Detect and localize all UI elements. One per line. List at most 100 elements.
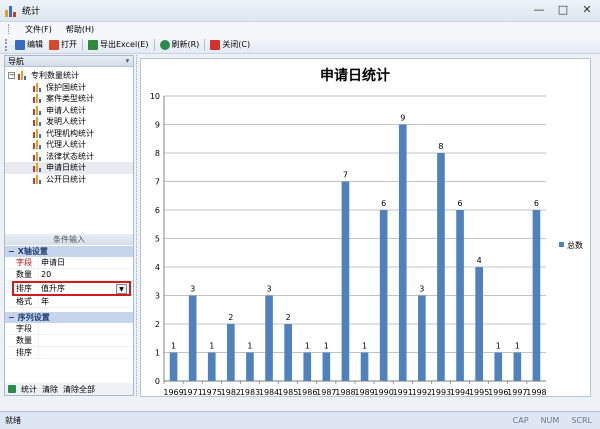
bar	[342, 182, 350, 382]
series-count-label: 数量	[5, 335, 38, 346]
data-label: 3	[267, 285, 272, 294]
data-label: 6	[381, 199, 386, 208]
title-bar: 统计 — □ ✕	[0, 0, 600, 22]
edit-button[interactable]: 编辑	[12, 37, 46, 52]
open-button[interactable]: 打开	[46, 37, 80, 52]
nav-item[interactable]: 申请日统计	[5, 162, 133, 174]
caps-indicator: CAP	[513, 416, 529, 425]
section-collapse-icon[interactable]: −	[8, 312, 15, 323]
data-label: 6	[458, 199, 463, 208]
series-count-value[interactable]	[38, 335, 133, 346]
x-tick-label: 1995	[469, 388, 489, 396]
y-tick-label: 10	[150, 92, 160, 101]
bar-chart-icon	[33, 129, 43, 138]
refresh-button[interactable]: 刷新(R)	[157, 37, 203, 52]
bar	[361, 353, 369, 382]
toolbar-separator	[82, 39, 83, 51]
close-button[interactable]: 关闭(C)	[207, 37, 253, 52]
y-tick-label: 3	[155, 292, 160, 301]
y-tick-label: 6	[155, 206, 160, 215]
x-tick-label: 1993	[431, 388, 451, 396]
nav-item[interactable]: 代理人统计	[5, 139, 133, 151]
x-sort-row[interactable]: 排序 值升序 ▼	[12, 281, 131, 296]
action-buttons: 统计 清除 清除全部	[5, 383, 133, 395]
export-excel-button[interactable]: 导出Excel(E)	[85, 37, 152, 52]
x-field-value[interactable]: 申请日	[38, 257, 133, 268]
toolbar-grip[interactable]	[5, 39, 8, 51]
series-sort-value[interactable]	[38, 347, 133, 358]
x-format-value[interactable]: 年	[38, 296, 133, 307]
bar	[265, 296, 273, 382]
menu-file[interactable]: 文件(F)	[25, 24, 52, 35]
x-axis-section-header[interactable]: − X轴设置	[5, 246, 133, 257]
x-tick-label: 1990	[373, 388, 393, 396]
x-field-row[interactable]: 字段 申请日	[5, 257, 133, 269]
x-tick-label: 1991	[393, 388, 413, 396]
x-tick-label: 1988	[335, 388, 355, 396]
nav-item-label: 代理机构统计	[46, 128, 94, 139]
data-label: 1	[209, 342, 214, 351]
close-window-button[interactable]: ✕	[580, 3, 594, 17]
bar	[437, 153, 445, 381]
stats-button[interactable]: 统计	[21, 384, 37, 395]
series-field-value[interactable]	[38, 323, 133, 334]
panel-splitter[interactable]	[136, 55, 139, 396]
series-count-row[interactable]: 数量	[5, 335, 133, 347]
minimize-button[interactable]: —	[532, 3, 546, 17]
toolbar: 编辑 打开 导出Excel(E) 刷新(R) 关闭(C)	[0, 36, 600, 54]
bar	[284, 324, 292, 381]
x-count-value[interactable]: 20	[38, 269, 133, 280]
clear-all-button[interactable]: 清除全部	[63, 384, 95, 395]
pin-icon[interactable]: ᵠ	[126, 56, 129, 67]
section-collapse-icon[interactable]: −	[8, 246, 15, 257]
bar	[533, 210, 541, 381]
series-sort-row[interactable]: 排序	[5, 347, 133, 359]
y-tick-label: 2	[155, 320, 160, 329]
nav-item-label: 发明人统计	[46, 116, 86, 127]
x-format-row[interactable]: 格式 年	[5, 296, 133, 308]
maximize-button[interactable]: □	[556, 3, 570, 17]
window-controls: — □ ✕	[532, 3, 594, 17]
bar-chart-icon	[33, 117, 43, 126]
nav-item[interactable]: 公开日统计	[5, 174, 133, 186]
bar	[418, 296, 426, 382]
x-count-row[interactable]: 数量 20	[5, 269, 133, 281]
bar-chart-icon	[33, 152, 43, 161]
bar	[170, 353, 178, 382]
x-sort-dropdown[interactable]: 值升序 ▼	[38, 283, 129, 294]
nav-item[interactable]: 保护国统计	[5, 82, 133, 94]
nav-item[interactable]: 发明人统计	[5, 116, 133, 128]
clear-button[interactable]: 清除	[42, 384, 58, 395]
app-chart-icon	[4, 4, 18, 18]
x-count-label: 数量	[5, 269, 38, 280]
edit-icon	[15, 40, 25, 50]
nav-item[interactable]: 代理机构统计	[5, 128, 133, 140]
y-tick-label: 8	[155, 149, 160, 158]
bar	[494, 353, 502, 382]
series-section-header[interactable]: − 序列设置	[5, 312, 133, 323]
bar	[399, 125, 407, 382]
bar	[456, 210, 464, 381]
data-label: 3	[190, 285, 195, 294]
collapse-icon[interactable]: −	[8, 72, 15, 79]
data-label: 8	[438, 142, 443, 151]
bar-chart-icon	[33, 163, 43, 172]
nav-item[interactable]: 法律状态统计	[5, 151, 133, 163]
dropdown-arrow-icon[interactable]: ▼	[116, 284, 127, 294]
nav-item[interactable]: 案件类型统计	[5, 93, 133, 105]
series-field-row[interactable]: 字段	[5, 323, 133, 335]
tree-root-patent-count[interactable]: − 专利数量统计	[5, 70, 133, 82]
data-label: 1	[305, 342, 310, 351]
menu-help[interactable]: 帮助(H)	[66, 24, 94, 35]
bar	[514, 353, 522, 382]
x-tick-label: 1994	[450, 388, 470, 396]
nav-item-label: 保护国统计	[46, 82, 86, 93]
x-format-label: 格式	[5, 296, 38, 307]
x-sort-value: 值升序	[41, 283, 65, 294]
nav-item[interactable]: 申请人统计	[5, 105, 133, 117]
x-tick-label: 1969	[163, 388, 183, 396]
x-tick-label: 1984	[259, 388, 279, 396]
data-label: 1	[362, 342, 367, 351]
menu-grip[interactable]	[8, 24, 11, 34]
conditions-header: 条件输入	[5, 234, 133, 245]
